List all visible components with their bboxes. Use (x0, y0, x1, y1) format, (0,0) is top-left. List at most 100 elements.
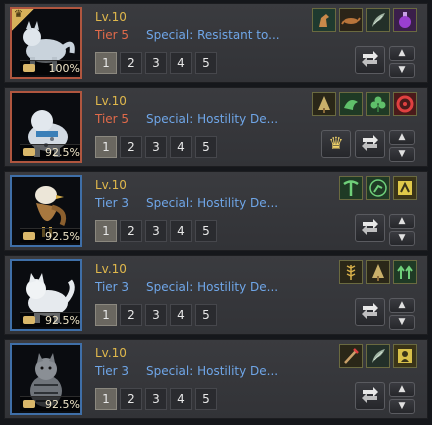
lizard-icon[interactable] (339, 8, 363, 32)
skill-icons (312, 92, 417, 116)
pet-portrait[interactable]: 92.5% (10, 259, 82, 331)
page-button-1[interactable]: 1 (95, 388, 117, 410)
crown-badge-icon: ♛ (12, 9, 34, 31)
stamina-percent: 92.5% (20, 396, 80, 411)
move-up-button[interactable]: ▲ (389, 214, 415, 229)
page-button-3[interactable]: 3 (145, 388, 167, 410)
page-button-2[interactable]: 2 (120, 304, 142, 326)
stamina-icon (23, 148, 35, 156)
skill-icons (339, 344, 417, 368)
clover-icon[interactable] (366, 92, 390, 116)
stamina-icon (23, 64, 35, 72)
tree-icon[interactable] (312, 92, 336, 116)
pet-special: Special: Hostility De... (146, 196, 279, 210)
page-button-5[interactable]: 5 (195, 52, 217, 74)
page-selector: 12345 (95, 304, 217, 326)
move-up-button[interactable]: ▲ (389, 130, 415, 145)
pet-card[interactable]: ♛ 100% Lv.10 Tier 5 Special: Resistant t… (4, 3, 428, 83)
page-button-3[interactable]: 3 (145, 304, 167, 326)
page-button-3[interactable]: 3 (145, 220, 167, 242)
pet-level: Lv.10 (95, 10, 127, 24)
stamina-percent: 92.5% (20, 144, 80, 159)
move-down-button[interactable]: ▼ (389, 147, 415, 162)
move-down-button[interactable]: ▼ (389, 399, 415, 414)
wolf-head-icon[interactable] (339, 92, 363, 116)
page-button-5[interactable]: 5 (195, 388, 217, 410)
wing-icon[interactable] (366, 344, 390, 368)
page-button-5[interactable]: 5 (195, 136, 217, 158)
page-button-2[interactable]: 2 (120, 220, 142, 242)
move-down-button[interactable]: ▼ (389, 315, 415, 330)
stamina-percent: 92.5% (20, 228, 80, 243)
stamina-icon (23, 400, 35, 408)
page-button-2[interactable]: 2 (120, 52, 142, 74)
sprint-icon[interactable] (366, 176, 390, 200)
horse-icon[interactable] (312, 8, 336, 32)
pet-portrait[interactable]: ♛ 100% (10, 7, 82, 79)
pet-portrait[interactable]: 92.5% (10, 91, 82, 163)
pet-tier: Tier 5 (95, 28, 130, 42)
move-up-button[interactable]: ▲ (389, 46, 415, 61)
pet-tier: Tier 3 (95, 196, 130, 210)
tree-icon[interactable] (366, 260, 390, 284)
move-down-button[interactable]: ▼ (389, 231, 415, 246)
pet-card[interactable]: 92.5% Lv.10 Tier 3 Special: Hostility De… (4, 339, 428, 419)
pet-level: Lv.10 (95, 94, 127, 108)
pet-list: ♛ 100% Lv.10 Tier 5 Special: Resistant t… (0, 0, 432, 425)
page-button-3[interactable]: 3 (145, 136, 167, 158)
pet-level: Lv.10 (95, 178, 127, 192)
pickaxe-icon[interactable] (339, 176, 363, 200)
swap-button[interactable] (355, 382, 385, 410)
pet-card[interactable]: 92.5% Lv.10 Tier 5 Special: Hostility De… (4, 87, 428, 167)
wheat-icon[interactable] (339, 260, 363, 284)
swap-button[interactable] (355, 46, 385, 74)
page-button-4[interactable]: 4 (170, 136, 192, 158)
rage-icon[interactable] (393, 92, 417, 116)
swap-button[interactable] (355, 130, 385, 158)
pet-portrait[interactable]: 92.5% (10, 343, 82, 415)
page-selector: 12345 (95, 220, 217, 242)
move-down-button[interactable]: ▼ (389, 63, 415, 78)
page-button-5[interactable]: 5 (195, 220, 217, 242)
skill-icons (312, 8, 417, 32)
stamina-percent: 92.5% (20, 312, 80, 327)
page-button-2[interactable]: 2 (120, 388, 142, 410)
swap-icon (360, 49, 380, 71)
page-button-1[interactable]: 1 (95, 52, 117, 74)
move-up-button[interactable]: ▲ (389, 298, 415, 313)
loot-icon[interactable] (393, 344, 417, 368)
gather-icon[interactable] (393, 176, 417, 200)
swap-button[interactable] (355, 298, 385, 326)
order-arrows: ▲ ▼ (389, 298, 415, 330)
pet-card[interactable]: 92.5% Lv.10 Tier 3 Special: Hostility De… (4, 255, 428, 335)
pet-tier: Tier 3 (95, 280, 130, 294)
pet-portrait[interactable]: 92.5% (10, 175, 82, 247)
hoe-icon[interactable] (339, 344, 363, 368)
page-button-4[interactable]: 4 (170, 220, 192, 242)
potion-icon[interactable] (393, 8, 417, 32)
pet-special: Special: Hostility De... (146, 112, 279, 126)
stamina-icon (23, 316, 35, 324)
wing-icon[interactable] (366, 8, 390, 32)
pet-card[interactable]: 92.5% Lv.10 Tier 3 Special: Hostility De… (4, 171, 428, 251)
page-button-4[interactable]: 4 (170, 304, 192, 326)
page-button-5[interactable]: 5 (195, 304, 217, 326)
crown-button[interactable]: ♛ (321, 130, 351, 158)
order-arrows: ▲ ▼ (389, 382, 415, 414)
page-button-4[interactable]: 4 (170, 388, 192, 410)
page-button-1[interactable]: 1 (95, 136, 117, 158)
page-button-4[interactable]: 4 (170, 52, 192, 74)
pet-special: Special: Hostility De... (146, 280, 279, 294)
page-button-2[interactable]: 2 (120, 136, 142, 158)
page-button-3[interactable]: 3 (145, 52, 167, 74)
page-selector: 12345 (95, 388, 217, 410)
growth-icon[interactable] (393, 260, 417, 284)
page-button-1[interactable]: 1 (95, 304, 117, 326)
pet-level: Lv.10 (95, 346, 127, 360)
page-button-1[interactable]: 1 (95, 220, 117, 242)
move-up-button[interactable]: ▲ (389, 382, 415, 397)
order-arrows: ▲ ▼ (389, 46, 415, 78)
swap-button[interactable] (355, 214, 385, 242)
swap-icon (360, 133, 380, 155)
pet-tier: Tier 5 (95, 112, 130, 126)
